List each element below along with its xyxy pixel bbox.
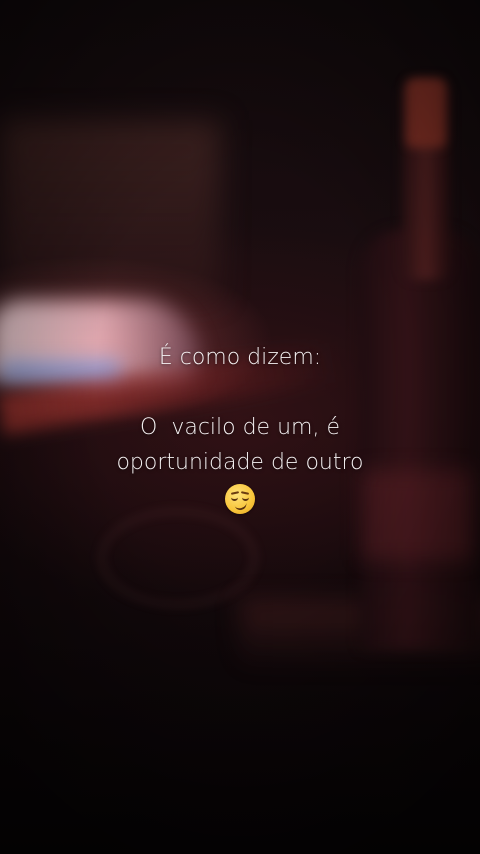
caption-line-2: O vacilo de um, é [140,415,340,440]
overlay-caption: É como dizem: O vacilo de um, é oportuni… [0,340,480,515]
caption-line-1: É como dizem: [158,345,322,370]
caption-gap [0,375,480,410]
caption-line-3: oportunidade de outro [116,450,364,475]
video-frame: É como dizem: O vacilo de um, é oportuni… [0,0,480,854]
smirking-face-icon [225,484,255,514]
